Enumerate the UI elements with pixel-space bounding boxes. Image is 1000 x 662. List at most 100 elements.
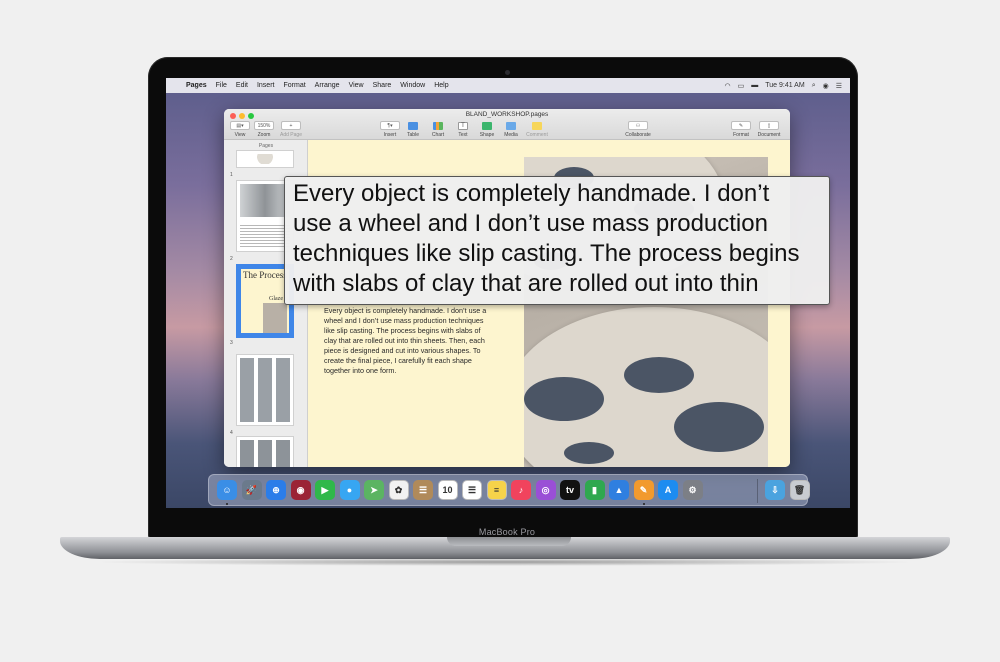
- dock-glyph: ◉: [296, 484, 305, 495]
- dock-contacts-icon[interactable]: ☰: [413, 480, 433, 500]
- dock-glyph: ⚙: [688, 484, 697, 495]
- user-icon[interactable]: ◉: [823, 82, 829, 90]
- thumbnail-grid: [240, 440, 290, 467]
- page-thumbnail-5[interactable]: [236, 436, 294, 467]
- sidebar-title: Pages: [258, 143, 274, 149]
- dock-glyph: 🗑: [793, 484, 806, 495]
- airplay-icon[interactable]: ▭: [738, 82, 745, 90]
- page-thumbnail-4[interactable]: [236, 354, 294, 426]
- menu-clock[interactable]: Tue 9:41 AM: [765, 82, 804, 89]
- dock-glyph: ◎: [541, 484, 550, 495]
- insert-button[interactable]: ¶▾: [380, 121, 400, 130]
- camera: [505, 70, 510, 75]
- dock-glyph: 10: [442, 485, 453, 495]
- laptop-notch: [447, 537, 571, 546]
- table-icon[interactable]: [408, 122, 418, 130]
- document-button[interactable]: ▯: [759, 121, 779, 130]
- dock-tv-icon[interactable]: tv: [560, 480, 580, 500]
- thumbnail-subheading: Glaze: [269, 296, 283, 302]
- caption-line-3: techniques like slip casting. The proces…: [293, 240, 800, 267]
- menu-bar: Pages File Edit Insert Format Arrange Vi…: [166, 78, 850, 93]
- menu-view[interactable]: View: [349, 82, 364, 89]
- glaze-blob: [674, 402, 764, 452]
- thumbnail-page: The Process Glaze: [241, 269, 289, 333]
- menu-format[interactable]: Format: [283, 82, 305, 89]
- thumbnail-image: [240, 154, 290, 164]
- page-thumbnail-1[interactable]: [236, 150, 294, 168]
- laptop-shadow: [90, 558, 920, 566]
- add-page-label: Add Page: [280, 132, 302, 138]
- dock-trash-icon[interactable]: 🗑: [789, 480, 810, 500]
- format-button[interactable]: ✎: [731, 121, 751, 130]
- view-button[interactable]: ▤▾: [230, 121, 250, 130]
- chart-icon[interactable]: [433, 122, 443, 130]
- page-number-4: 4: [230, 430, 233, 436]
- plus-icon: +: [289, 122, 293, 129]
- shape-icon[interactable]: [482, 122, 492, 130]
- caption-line-1: Every object is completely handmade. I d…: [293, 180, 770, 207]
- caption-line-2: use a wheel and I don’t use mass product…: [293, 210, 768, 237]
- menu-file[interactable]: File: [216, 82, 227, 89]
- dock-safari-icon[interactable]: ⊕: [266, 480, 286, 500]
- battery-icon[interactable]: ▬: [751, 82, 758, 89]
- comment-icon[interactable]: [532, 122, 542, 130]
- dock-keynote-icon[interactable]: ▲: [609, 480, 629, 500]
- dock-downloads-icon[interactable]: ⇩: [765, 480, 785, 500]
- glaze-blob: [624, 357, 694, 393]
- sidebar-icon: ▤▾: [236, 122, 244, 129]
- notification-center-icon[interactable]: ☰: [836, 82, 842, 90]
- document-title[interactable]: BLAND_WORKSHOP.pages: [224, 111, 790, 118]
- dock-launchpad-icon[interactable]: 🚀: [241, 480, 262, 500]
- dock-facetime-icon[interactable]: ▶: [315, 480, 335, 500]
- dock-photos-icon[interactable]: ✿: [388, 480, 409, 500]
- menu-help[interactable]: Help: [434, 82, 448, 89]
- dock-music-icon[interactable]: ♪: [511, 480, 531, 500]
- dock-numbers-icon[interactable]: ▮: [584, 480, 605, 500]
- wifi-icon[interactable]: ◠: [725, 82, 731, 90]
- dock-glyph: ✎: [639, 484, 648, 495]
- dock-glyph: tv: [565, 485, 574, 495]
- thumbnail-grid: [240, 358, 290, 422]
- zoom-select[interactable]: 150%: [254, 121, 274, 130]
- dock-glyph: ✿: [394, 484, 403, 495]
- menu-insert[interactable]: Insert: [257, 82, 275, 89]
- dock-glyph: ♪: [518, 485, 524, 495]
- dock-app-store-icon[interactable]: A: [658, 480, 678, 500]
- page-number-2: 2: [230, 256, 233, 262]
- dock-glyph: ▶: [321, 484, 329, 495]
- dock-separator: [757, 479, 758, 503]
- menu-arrange[interactable]: Arrange: [315, 82, 340, 89]
- dock-messages-icon[interactable]: ●: [339, 480, 360, 500]
- comment-label: Comment: [526, 132, 548, 138]
- toolbar: BLAND_WORKSHOP.pages ▤▾ View 150% Zoom +…: [224, 109, 790, 140]
- menu-app-name[interactable]: Pages: [186, 82, 207, 89]
- dock-calendar-icon[interactable]: 10: [437, 480, 458, 500]
- hover-text-caption: Every object is completely handmade. I d…: [284, 176, 830, 305]
- dock-pages-icon[interactable]: ✎: [633, 480, 654, 500]
- dock-glyph: ☰: [467, 484, 477, 495]
- spotlight-icon[interactable]: ⌕: [812, 82, 816, 90]
- document-icon: ▯: [767, 122, 771, 129]
- dock-photo-booth-icon[interactable]: ◉: [290, 480, 311, 500]
- dock-glyph: A: [664, 485, 672, 495]
- media-icon[interactable]: [506, 122, 516, 130]
- collaborate-icon: ⚇: [635, 122, 641, 129]
- add-page-button[interactable]: +: [281, 121, 301, 130]
- model-label: MacBook Pro: [478, 527, 536, 537]
- dock-glyph: 🚀: [245, 484, 258, 495]
- dock-system-preferences-icon[interactable]: ⚙: [682, 480, 703, 500]
- menu-edit[interactable]: Edit: [236, 82, 248, 89]
- zoom-value: 150%: [257, 122, 271, 129]
- menu-share[interactable]: Share: [373, 82, 392, 89]
- dock-reminders-icon[interactable]: ☰: [462, 480, 482, 500]
- thumbnail-photo: [263, 303, 287, 333]
- body-text[interactable]: Every object is completely handmade. I d…: [324, 306, 492, 376]
- dock-maps-icon[interactable]: ➤: [364, 480, 384, 500]
- thumbnail-image: [240, 184, 290, 217]
- menu-window[interactable]: Window: [400, 82, 425, 89]
- collaborate-button[interactable]: ⚇: [628, 121, 648, 130]
- dock-finder-icon[interactable]: ☺: [217, 480, 237, 500]
- dock-notes-icon[interactable]: ≡: [486, 480, 507, 500]
- text-icon[interactable]: T: [458, 122, 468, 130]
- dock-podcasts-icon[interactable]: ◎: [535, 480, 556, 500]
